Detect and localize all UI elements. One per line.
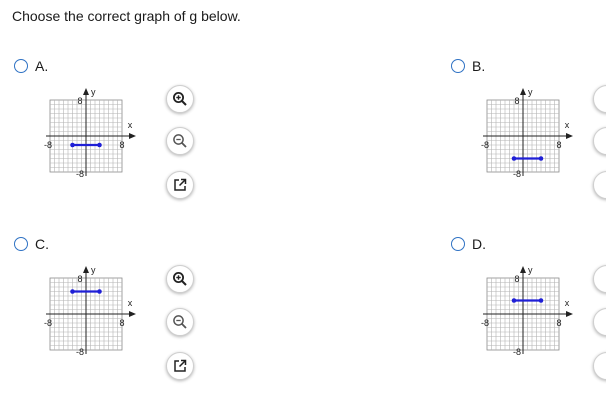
y-max-tick-label: 8 (77, 96, 82, 106)
x-min-tick-label: -8 (44, 318, 52, 328)
y-max-tick-label: 8 (514, 96, 519, 106)
x-axis-arrow (566, 311, 573, 317)
popout-icon (174, 359, 187, 372)
x-max-tick-label: 8 (119, 318, 124, 328)
popout-icon (174, 178, 187, 191)
option-a-label: A. (35, 58, 49, 74)
x-min-tick-label: -8 (44, 140, 52, 150)
x-axis-label: x (565, 120, 570, 130)
option-d-label: D. (472, 236, 486, 252)
option-c-label: C. (35, 236, 49, 252)
zoom-in-icon (173, 272, 187, 286)
y-max-tick-label: 8 (514, 274, 519, 284)
y-max-tick-label: 8 (77, 274, 82, 284)
segment-endpoint-right (97, 289, 102, 294)
option-c-graph: yx8-8-8 8 (44, 265, 136, 357)
x-max-tick-label: 8 (556, 318, 561, 328)
x-axis-label: x (565, 298, 570, 308)
y-min-tick-label: -8 (76, 169, 84, 179)
y-min-tick-label: -8 (76, 347, 84, 357)
x-axis-label: x (128, 120, 133, 130)
question-text: Choose the correct graph of g below. (12, 8, 241, 24)
x-axis-arrow (566, 133, 573, 139)
segment-endpoint-right (538, 298, 544, 303)
x-axis-arrow (129, 133, 136, 139)
y-axis-arrow (520, 266, 526, 273)
y-axis-label: y (528, 87, 533, 97)
x-max-tick-label: 8 (556, 140, 561, 150)
option-d-radio[interactable] (451, 237, 465, 251)
segment-endpoint-left (70, 142, 75, 148)
y-axis-label: y (528, 265, 533, 275)
option-c-radio[interactable] (14, 237, 28, 251)
segment-endpoint-right (538, 156, 544, 161)
option-c-zoom-in-button[interactable] (166, 265, 194, 293)
option-b-label: B. (472, 58, 486, 74)
segment-endpoint-left (511, 298, 517, 303)
y-axis-label: y (91, 87, 96, 97)
y-min-tick-label: -8 (513, 169, 521, 179)
y-axis-label: y (91, 265, 96, 275)
option-c-zoom-out-button[interactable] (166, 308, 194, 336)
option-a-zoom-in-button[interactable] (166, 85, 194, 113)
option-b-graph: yx8-8-8 8 (481, 87, 573, 179)
option-a-popout-button[interactable] (166, 171, 194, 199)
x-axis-arrow (129, 311, 136, 317)
segment-endpoint-left (70, 289, 75, 294)
x-max-tick-label: 8 (119, 140, 124, 150)
x-axis-label: x (128, 298, 133, 308)
option-c-popout-button[interactable] (166, 352, 194, 380)
y-axis-arrow (520, 88, 526, 95)
x-min-tick-label: -8 (481, 140, 489, 150)
y-min-tick-label: -8 (513, 347, 521, 357)
option-a-radio[interactable] (14, 59, 28, 73)
x-min-tick-label: -8 (481, 318, 489, 328)
option-d-graph: yx8-8-8 8 (481, 265, 573, 357)
zoom-out-icon (173, 134, 187, 148)
segment-endpoint-left (511, 156, 517, 161)
option-a-graph: yx8-8-8 8 (44, 87, 136, 179)
segment-endpoint-right (97, 142, 102, 148)
option-b-radio[interactable] (451, 59, 465, 73)
option-a-zoom-out-button[interactable] (166, 127, 194, 155)
y-axis-arrow (83, 266, 89, 273)
zoom-in-icon (173, 92, 187, 106)
zoom-out-icon (173, 315, 187, 329)
y-axis-arrow (83, 88, 89, 95)
